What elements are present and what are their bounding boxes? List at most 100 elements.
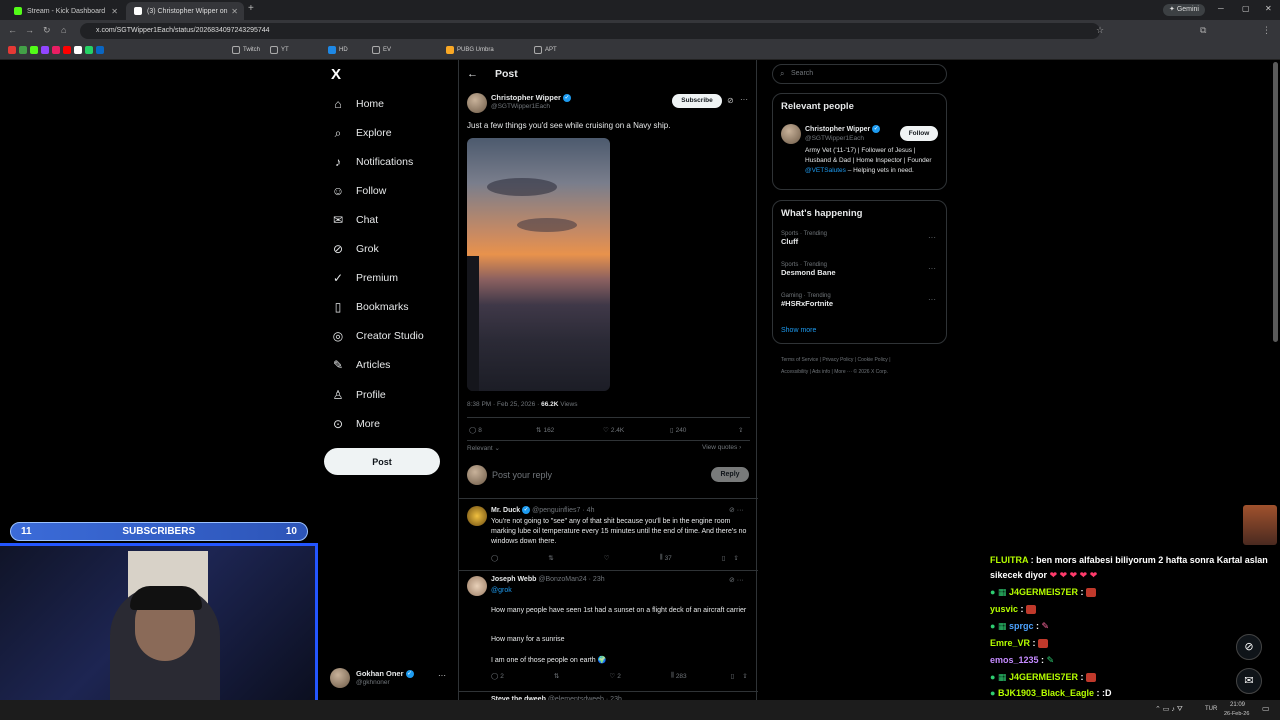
bookmark-action[interactable]: ▯ 240 [670, 426, 688, 435]
footer-link[interactable]: Accessibility [781, 369, 808, 375]
bookmark-icons[interactable] [8, 46, 107, 54]
search-box[interactable]: ⌕ Search [772, 64, 947, 84]
maximize-button[interactable]: ▢ [1242, 4, 1250, 13]
reply-item[interactable]: Mr. Duck ✓ @penguinflies7 · 4h You're no… [459, 499, 758, 569]
star-icon[interactable]: ☆ [1096, 25, 1104, 36]
repost-action[interactable]: ⇅ 162 [536, 426, 556, 435]
person-name[interactable]: Christopher Wipper ✓ [805, 125, 881, 133]
trend-item[interactable]: Sports · Trending Desmond Bane [781, 262, 941, 277]
nav-more[interactable]: ⊙ More [330, 414, 380, 434]
nav-profile[interactable]: ♙ Profile [330, 385, 386, 405]
new-tab-button[interactable]: + [248, 3, 254, 14]
clock-date[interactable]: 26-Feb-26 [1224, 711, 1249, 717]
post-text: Just a few things you'd see while cruisi… [467, 121, 671, 130]
grok-icon[interactable]: ⊘ [727, 96, 734, 105]
divider [467, 440, 750, 441]
trend-item[interactable]: Sports · Trending Cluff [781, 231, 941, 246]
footer-link[interactable]: Privacy Policy [822, 357, 853, 363]
nav-grok[interactable]: ⊘ Grok [330, 239, 379, 259]
footer-link[interactable]: Cookie Policy [858, 357, 888, 363]
post-column: ← Post Christopher Wipper ✓ @SGTWipper1E… [458, 60, 758, 720]
view-quotes-link[interactable]: View quotes › [702, 444, 741, 451]
reload-icon[interactable]: ↻ [43, 25, 51, 36]
author-name[interactable]: Christopher Wipper ✓ [491, 93, 572, 103]
sort-dropdown[interactable]: Relevant ⌄ [467, 444, 500, 452]
bookmark-hd[interactable]: HD [328, 46, 348, 54]
copyright: © 2026 X Corp. [853, 369, 888, 375]
more-icon[interactable]: ··· [928, 295, 936, 304]
views-icon: ⫼ [659, 554, 663, 561]
reply-actions[interactable]: ◯ 2 ⇅ ♡ 2 ⫼ 283 ▯ ⇪ [491, 672, 750, 680]
post-button[interactable]: Post [324, 448, 440, 475]
tab-x-post[interactable]: (3) Christopher Wipper on ✕ [126, 2, 244, 20]
notification-icon[interactable]: ▭ [1262, 704, 1270, 713]
reply-text: How many people have seen 1st had a suns… [491, 607, 747, 614]
grok-icon[interactable]: ⊘ ··· [729, 506, 744, 514]
x-logo-icon[interactable]: X [331, 66, 341, 83]
share-action[interactable]: ⇪ [738, 426, 745, 434]
language-indicator[interactable]: TUR [1205, 706, 1217, 712]
nav-follow[interactable]: ☺ Follow [330, 181, 386, 201]
subs-count-right: 10 [285, 526, 297, 537]
ship-hull [467, 256, 479, 391]
messages-float-button[interactable]: ✉ [1236, 668, 1262, 694]
extensions-icon[interactable]: ⧉ [1200, 25, 1206, 36]
like-action[interactable]: ♡ 2.4K [603, 426, 626, 435]
emote-icon [1025, 605, 1036, 615]
close-icon[interactable]: ✕ [231, 7, 238, 16]
footer-link[interactable]: Ads info [812, 369, 830, 375]
reply-actions[interactable]: ◯ ⇅ ♡ ⫼ 37 ▯ ⇪ [491, 554, 741, 562]
nav-creator-studio[interactable]: ◎ Creator Studio [330, 326, 424, 346]
person-icon: ♙ [332, 388, 344, 402]
bookmark-twitch[interactable]: Twitch [232, 46, 260, 54]
grok-icon[interactable]: ⊘ ··· [729, 576, 744, 584]
mention-link[interactable]: @grok [491, 587, 512, 594]
footer-link[interactable]: More ··· [834, 369, 852, 375]
url-input[interactable]: x.com/SGTWipper1Each/status/202683409724… [80, 23, 1100, 39]
close-icon[interactable]: ✕ [111, 7, 118, 16]
account-switcher[interactable]: Gokhan Oner ✓ @gkhnoner ··· [330, 668, 448, 690]
close-window-button[interactable]: ✕ [1265, 4, 1272, 13]
bookmark-apt[interactable]: APT [534, 46, 557, 54]
reply-input[interactable]: Post your reply [492, 470, 552, 480]
bookmark-pubg[interactable]: PUBG Umbra [446, 46, 494, 54]
home-icon[interactable]: ⌂ [61, 25, 66, 35]
post-image[interactable] [467, 138, 610, 391]
reply-item[interactable]: Joseph Webb @BonzoMan24 · 23h @grok How … [459, 571, 758, 689]
minimize-button[interactable]: ─ [1218, 4, 1224, 13]
nav-explore[interactable]: ⌕ Explore [330, 123, 392, 143]
footer-link[interactable]: Terms of Service [781, 357, 818, 363]
follow-button[interactable]: Follow [900, 126, 938, 141]
author-handle[interactable]: @SGTWipper1Each [491, 103, 550, 110]
nav-chat[interactable]: ✉ Chat [330, 210, 378, 230]
bookmark-ev[interactable]: EV [372, 46, 391, 54]
tray-icons[interactable]: ⌃ ▭ ♪ ⛛ [1155, 705, 1183, 714]
more-icon[interactable]: ··· [928, 264, 936, 273]
nav-notifications[interactable]: ♪ Notifications [330, 152, 413, 172]
gemini-button[interactable]: ✦ Gemini [1163, 4, 1205, 16]
subscribe-button[interactable]: Subscribe [672, 94, 722, 108]
reply-action[interactable]: ◯ 8 [469, 426, 484, 435]
more-icon[interactable]: ··· [928, 233, 936, 242]
tab-kick-dashboard[interactable]: Stream - Kick Dashboard ✕ [6, 2, 124, 20]
nav-premium[interactable]: ✓ Premium [330, 268, 398, 288]
scrollbar[interactable] [1273, 62, 1278, 342]
forward-icon[interactable]: → [25, 25, 34, 35]
nav-home[interactable]: ⌂ Home [330, 94, 384, 114]
emote-icon [1085, 673, 1096, 683]
back-arrow-icon[interactable]: ← [467, 68, 478, 80]
reply-button[interactable]: Reply [711, 467, 749, 482]
show-more-link[interactable]: Show more [781, 327, 816, 334]
author-avatar[interactable] [467, 93, 487, 113]
back-icon[interactable]: ← [8, 25, 17, 35]
search-input[interactable]: Search [791, 70, 813, 77]
more-icon[interactable]: ··· [740, 95, 748, 104]
bookmark-yt[interactable]: YT [270, 46, 289, 54]
menu-icon[interactable]: ⋮ [1262, 25, 1271, 36]
nav-bookmarks[interactable]: ▯ Bookmarks [330, 297, 409, 317]
avatar[interactable] [781, 124, 801, 144]
clock-time[interactable]: 21:09 [1230, 702, 1245, 708]
nav-articles[interactable]: ✎ Articles [330, 355, 390, 375]
trend-item[interactable]: Gaming · Trending #HSRxFortnite [781, 293, 941, 308]
grok-float-button[interactable]: ⊘ [1236, 634, 1262, 660]
